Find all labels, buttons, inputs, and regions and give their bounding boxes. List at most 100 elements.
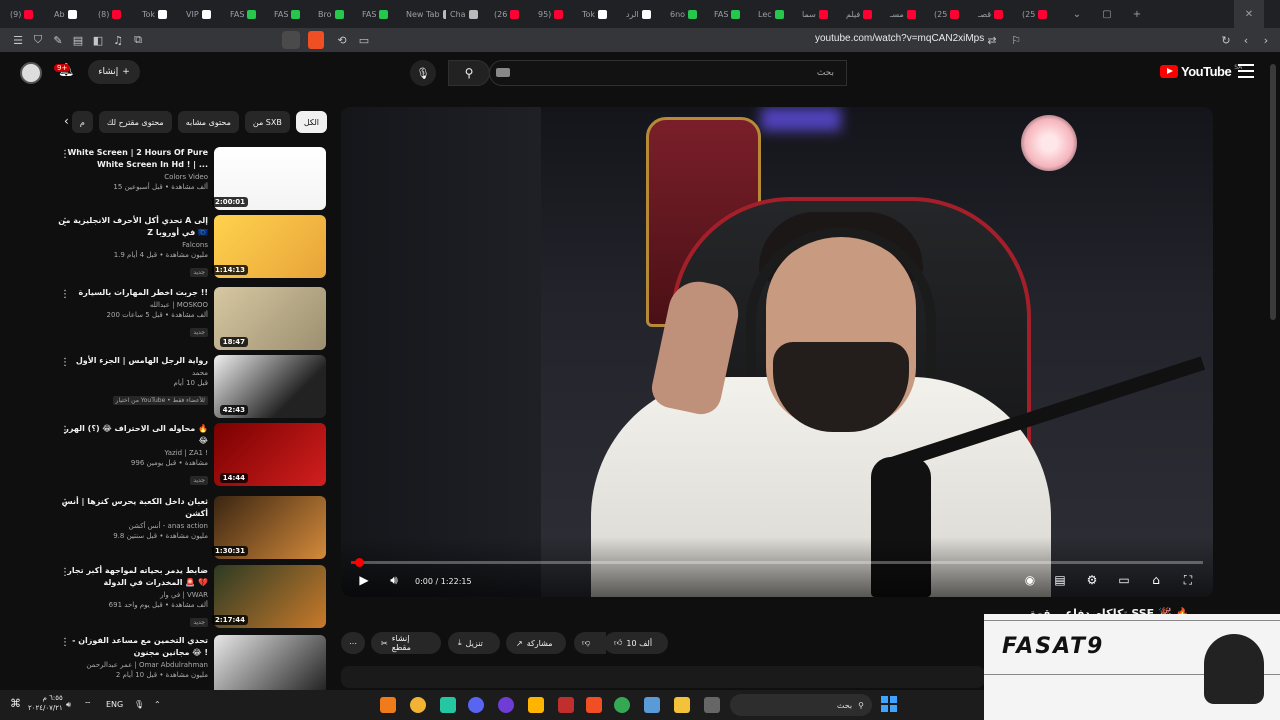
guide-menu-icon[interactable] xyxy=(1238,64,1254,78)
browser-tab[interactable]: Lec xyxy=(754,0,798,28)
forward-icon[interactable]: › xyxy=(1256,30,1276,50)
browser-tab[interactable]: VIP xyxy=(182,0,226,28)
volume-tray-icon[interactable]: 🔊︎ xyxy=(66,700,71,710)
search-button[interactable]: ⚲ xyxy=(448,60,490,86)
more-options-icon[interactable]: ⋮ xyxy=(60,498,70,509)
more-actions-icon[interactable]: ⋯ xyxy=(341,632,365,654)
more-options-icon[interactable]: ⋮ xyxy=(60,567,70,578)
subtitles-icon[interactable]: ▤ xyxy=(1051,571,1069,589)
mic-tray-icon[interactable]: 🎙︎ xyxy=(134,700,144,709)
shield-icon[interactable]: ⛉ xyxy=(28,30,48,50)
progress-scrubber[interactable] xyxy=(355,558,364,567)
more-options-icon[interactable]: ⋮ xyxy=(60,149,70,160)
create-button[interactable]: إنشاء + xyxy=(88,60,140,84)
progress-bar[interactable] xyxy=(351,558,1203,567)
channel-name[interactable]: Falcons xyxy=(58,241,208,249)
search-input[interactable]: بحث xyxy=(489,60,847,86)
translate-icon[interactable]: ⟲ xyxy=(332,30,352,50)
browser-tab[interactable]: FAS xyxy=(358,0,402,28)
extensions-icon[interactable]: ✎ xyxy=(48,30,68,50)
channel-name[interactable]: أنس أكشن - anas action xyxy=(58,522,208,530)
browser-tab[interactable]: Cha xyxy=(446,0,490,28)
browser-tab[interactable]: Bro xyxy=(314,0,358,28)
page-scrollbar[interactable] xyxy=(1270,64,1276,320)
cast-icon[interactable]: ▭ xyxy=(354,30,374,50)
more-options-icon[interactable]: ⋮ xyxy=(60,357,70,368)
list-item[interactable]: White Screen | 2 Hours Of Pure White Scr… xyxy=(56,147,326,211)
list-item[interactable]: ثعبان داخل الكعبة يحرس كنزها | أنس أكشن أ… xyxy=(56,496,326,560)
video-player[interactable]: ▶ 🔊︎ 0:00 / 1:22:15 ◉ ▤ ⚙ ▭ ⌂ ⛶ xyxy=(341,107,1213,597)
chip-filter[interactable]: من SXB xyxy=(244,111,290,133)
chip-filter[interactable]: محتوى مقترح لك xyxy=(98,111,172,133)
video-title[interactable]: تحدي أكل الأحرف الانجليزية من A إلى Z في… xyxy=(58,215,208,239)
channel-name[interactable]: عبدالله | MOSKOO xyxy=(58,301,208,309)
video-title[interactable]: رواية الرجل الهامس | الجزء الأول xyxy=(58,355,208,367)
sidebar-icon[interactable]: ◧ xyxy=(88,30,108,50)
clip-button[interactable]: ✂ إنشاء مقطع xyxy=(371,632,441,654)
channel-name[interactable]: Colors Video xyxy=(58,173,208,181)
language-indicator[interactable]: ENG xyxy=(106,700,123,709)
brave-rewards-icon[interactable] xyxy=(282,31,300,49)
like-dislike-group[interactable]: 👍︎ 10 ألف xyxy=(604,632,668,654)
tab-actions-icon[interactable]: ▢ xyxy=(1092,0,1122,28)
app-icon-7[interactable] xyxy=(558,697,574,713)
store-icon[interactable] xyxy=(644,697,660,713)
channel-name[interactable]: في وار | VWAR xyxy=(58,591,208,599)
list-item[interactable]: تحدي أكل الأحرف الانجليزية من A إلى Z في… xyxy=(56,215,326,279)
video-title[interactable]: جربت اخطر المهارات بالسيارة !! xyxy=(58,287,208,299)
app-icon-1[interactable] xyxy=(380,697,396,713)
network-icon[interactable]: ⌘ xyxy=(10,697,24,711)
youtube-logo[interactable]: YouTube SA xyxy=(1160,64,1242,79)
browser-tab[interactable]: (9) xyxy=(6,0,50,28)
tab-search-icon[interactable]: ⌄ xyxy=(1062,0,1092,28)
play-icon[interactable]: ▶ xyxy=(355,571,373,589)
browser-tab[interactable]: FAS xyxy=(226,0,270,28)
file-explorer-icon[interactable] xyxy=(674,697,690,713)
discord-icon[interactable] xyxy=(468,697,484,713)
taskbar-clock[interactable]: ٦:٥٥ م ٢٠٢٤/٠٧/٢١ xyxy=(28,693,63,713)
app-icon-5[interactable] xyxy=(498,697,514,713)
windows-start-icon[interactable] xyxy=(881,696,897,712)
channel-name[interactable]: محمد xyxy=(58,369,208,377)
list-item[interactable]: رواية الرجل الهامس | الجزء الأول محمد قبل … xyxy=(56,355,326,419)
voice-search-mic-icon[interactable]: 🎙︎ xyxy=(410,60,436,86)
browser-tab[interactable]: 6no xyxy=(666,0,710,28)
browser-tab[interactable]: Tok xyxy=(138,0,182,28)
task-view-icon[interactable] xyxy=(704,697,720,713)
taskbar-search[interactable]: بحث ⚲ xyxy=(730,694,872,716)
back-icon[interactable]: ‹ xyxy=(1236,30,1256,50)
more-options-icon[interactable]: ⋮ xyxy=(60,637,70,648)
list-item[interactable]: ضابط يدمر بحياته لمواجهة أكبر تجار المخد… xyxy=(56,565,326,629)
browser-tab[interactable]: الرد xyxy=(622,0,666,28)
app-icon-6[interactable] xyxy=(528,697,544,713)
browser-tab[interactable]: (25 xyxy=(930,0,974,28)
tray-overflow-icon[interactable]: ⌃ xyxy=(154,700,161,709)
theater-mode-icon[interactable]: ▭ xyxy=(1115,571,1133,589)
chip-filter[interactable]: م xyxy=(71,111,93,133)
browser-tab[interactable]: Tok xyxy=(578,0,622,28)
more-options-icon[interactable]: ⋮ xyxy=(60,425,70,436)
list-item[interactable]: محاوله الى الاحتراف 😂 (؟) الهرر 🔥 😂 Yazid… xyxy=(56,423,326,487)
channel-name[interactable]: Yazid | ZA1 ! xyxy=(58,449,208,457)
brave-shields-icon[interactable] xyxy=(308,31,324,49)
browser-tab[interactable]: قصـ xyxy=(974,0,1018,28)
app-icon-3[interactable] xyxy=(440,697,456,713)
browser-tab[interactable]: (25 xyxy=(1018,0,1062,28)
browser-tab[interactable]: فيلم xyxy=(842,0,886,28)
site-settings-icon[interactable]: ⇄ xyxy=(982,30,1002,50)
address-bar-url[interactable]: youtube.com/watch?v=mqCAN2xiMps xyxy=(815,33,984,44)
fullscreen-icon[interactable]: ⛶ xyxy=(1179,571,1197,589)
bookmark-icon[interactable]: ⚐ xyxy=(1006,30,1026,50)
video-title[interactable]: تحدي التخمين مع مساعد الفوزان - مجانين م… xyxy=(58,635,208,659)
more-options-icon[interactable]: ⋮ xyxy=(60,217,70,228)
description-box[interactable] xyxy=(341,666,985,688)
browser-tab[interactable]: FAS xyxy=(270,0,314,28)
video-title[interactable]: ثعبان داخل الكعبة يحرس كنزها | أنس أكشن xyxy=(58,496,208,520)
list-item[interactable]: جربت اخطر المهارات بالسيارة !! عبدالله | … xyxy=(56,287,326,351)
settings-gear-icon[interactable]: ⚙ xyxy=(1083,571,1101,589)
share-button[interactable]: ↗ مشاركة xyxy=(506,632,566,654)
download-button[interactable]: ⤓ تنزيل xyxy=(448,632,500,654)
dislike-button[interactable]: 👎︎ xyxy=(574,632,606,654)
brave-icon[interactable] xyxy=(586,697,602,713)
close-window-icon[interactable]: ✕ xyxy=(1234,0,1264,28)
